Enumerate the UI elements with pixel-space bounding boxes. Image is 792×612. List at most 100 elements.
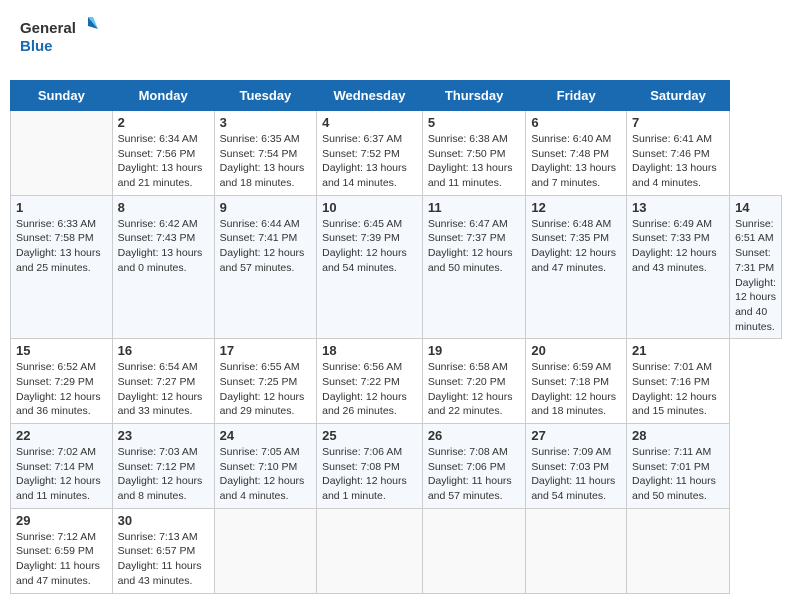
day-number: 29 bbox=[16, 513, 107, 528]
day-number: 27 bbox=[531, 428, 621, 443]
col-header-tuesday: Tuesday bbox=[214, 81, 316, 111]
day-number: 22 bbox=[16, 428, 107, 443]
day-cell bbox=[214, 508, 316, 593]
day-number: 19 bbox=[428, 343, 521, 358]
day-info: Sunrise: 6:33 AMSunset: 7:58 PMDaylight:… bbox=[16, 217, 107, 276]
page-header: General Blue bbox=[10, 10, 782, 70]
col-header-saturday: Saturday bbox=[627, 81, 730, 111]
day-info: Sunrise: 7:08 AMSunset: 7:06 PMDaylight:… bbox=[428, 445, 521, 504]
day-info: Sunrise: 6:58 AMSunset: 7:20 PMDaylight:… bbox=[428, 360, 521, 419]
day-cell: 18 Sunrise: 6:56 AMSunset: 7:22 PMDayligh… bbox=[317, 339, 423, 424]
day-cell bbox=[422, 508, 526, 593]
day-cell: 17 Sunrise: 6:55 AMSunset: 7:25 PMDayligh… bbox=[214, 339, 316, 424]
logo: General Blue bbox=[20, 15, 100, 65]
day-number: 1 bbox=[16, 200, 107, 215]
day-number: 16 bbox=[118, 343, 209, 358]
day-info: Sunrise: 6:45 AMSunset: 7:39 PMDaylight:… bbox=[322, 217, 417, 276]
day-cell: 28 Sunrise: 7:11 AMSunset: 7:01 PMDayligh… bbox=[627, 424, 730, 509]
day-number: 6 bbox=[531, 115, 621, 130]
day-number: 7 bbox=[632, 115, 724, 130]
day-info: Sunrise: 7:03 AMSunset: 7:12 PMDaylight:… bbox=[118, 445, 209, 504]
day-info: Sunrise: 6:35 AMSunset: 7:54 PMDaylight:… bbox=[220, 132, 311, 191]
day-info: Sunrise: 6:41 AMSunset: 7:46 PMDaylight:… bbox=[632, 132, 724, 191]
day-info: Sunrise: 7:09 AMSunset: 7:03 PMDaylight:… bbox=[531, 445, 621, 504]
col-header-thursday: Thursday bbox=[422, 81, 526, 111]
day-info: Sunrise: 6:59 AMSunset: 7:18 PMDaylight:… bbox=[531, 360, 621, 419]
day-number: 21 bbox=[632, 343, 724, 358]
day-number: 17 bbox=[220, 343, 311, 358]
day-info: Sunrise: 7:13 AMSunset: 6:57 PMDaylight:… bbox=[118, 530, 209, 589]
day-cell: 23Sunrise: 7:03 AMSunset: 7:12 PMDayligh… bbox=[112, 424, 214, 509]
day-number: 11 bbox=[428, 200, 521, 215]
col-header-monday: Monday bbox=[112, 81, 214, 111]
day-info: Sunrise: 7:01 AMSunset: 7:16 PMDaylight:… bbox=[632, 360, 724, 419]
day-number: 30 bbox=[118, 513, 209, 528]
day-cell: 14Sunrise: 6:51 AMSunset: 7:31 PMDayligh… bbox=[730, 195, 782, 339]
day-info: Sunrise: 6:42 AMSunset: 7:43 PMDaylight:… bbox=[118, 217, 209, 276]
day-cell bbox=[317, 508, 423, 593]
col-header-sunday: Sunday bbox=[11, 81, 113, 111]
day-number: 25 bbox=[322, 428, 417, 443]
day-cell: 12Sunrise: 6:48 AMSunset: 7:35 PMDayligh… bbox=[526, 195, 627, 339]
logo-svg: General Blue bbox=[20, 15, 100, 65]
day-number: 2 bbox=[118, 115, 209, 130]
col-header-wednesday: Wednesday bbox=[317, 81, 423, 111]
day-cell bbox=[11, 111, 113, 196]
day-cell: 4 Sunrise: 6:37 AMSunset: 7:52 PMDaylight… bbox=[317, 111, 423, 196]
svg-text:Blue: Blue bbox=[20, 38, 53, 55]
day-info: Sunrise: 6:56 AMSunset: 7:22 PMDaylight:… bbox=[322, 360, 417, 419]
week-row-3: 22Sunrise: 7:02 AMSunset: 7:14 PMDayligh… bbox=[11, 424, 782, 509]
day-info: Sunrise: 6:52 AMSunset: 7:29 PMDaylight:… bbox=[16, 360, 107, 419]
week-row-1: 1 Sunrise: 6:33 AMSunset: 7:58 PMDaylight… bbox=[11, 195, 782, 339]
day-info: Sunrise: 7:06 AMSunset: 7:08 PMDaylight:… bbox=[322, 445, 417, 504]
day-number: 15 bbox=[16, 343, 107, 358]
day-info: Sunrise: 6:49 AMSunset: 7:33 PMDaylight:… bbox=[632, 217, 724, 276]
day-number: 28 bbox=[632, 428, 724, 443]
day-cell: 3Sunrise: 6:35 AMSunset: 7:54 PMDaylight… bbox=[214, 111, 316, 196]
day-number: 5 bbox=[428, 115, 521, 130]
day-info: Sunrise: 6:37 AMSunset: 7:52 PMDaylight:… bbox=[322, 132, 417, 191]
day-cell: 10 Sunrise: 6:45 AMSunset: 7:39 PMDayligh… bbox=[317, 195, 423, 339]
day-info: Sunrise: 6:34 AMSunset: 7:56 PMDaylight:… bbox=[118, 132, 209, 191]
day-cell: 27 Sunrise: 7:09 AMSunset: 7:03 PMDayligh… bbox=[526, 424, 627, 509]
week-row-0: 2 Sunrise: 6:34 AMSunset: 7:56 PMDaylight… bbox=[11, 111, 782, 196]
day-number: 18 bbox=[322, 343, 417, 358]
header-row: SundayMondayTuesdayWednesdayThursdayFrid… bbox=[11, 81, 782, 111]
day-cell bbox=[627, 508, 730, 593]
day-cell: 25 Sunrise: 7:06 AMSunset: 7:08 PMDayligh… bbox=[317, 424, 423, 509]
day-number: 10 bbox=[322, 200, 417, 215]
day-cell: 20Sunrise: 6:59 AMSunset: 7:18 PMDayligh… bbox=[526, 339, 627, 424]
day-cell: 16Sunrise: 6:54 AMSunset: 7:27 PMDayligh… bbox=[112, 339, 214, 424]
day-info: Sunrise: 6:47 AMSunset: 7:37 PMDaylight:… bbox=[428, 217, 521, 276]
day-cell: 9 Sunrise: 6:44 AMSunset: 7:41 PMDaylight… bbox=[214, 195, 316, 339]
day-cell: 24Sunrise: 7:05 AMSunset: 7:10 PMDayligh… bbox=[214, 424, 316, 509]
day-cell: 19 Sunrise: 6:58 AMSunset: 7:20 PMDayligh… bbox=[422, 339, 526, 424]
day-info: Sunrise: 6:51 AMSunset: 7:31 PMDaylight:… bbox=[735, 217, 776, 335]
day-number: 9 bbox=[220, 200, 311, 215]
day-cell: 30 Sunrise: 7:13 AMSunset: 6:57 PMDayligh… bbox=[112, 508, 214, 593]
day-info: Sunrise: 6:44 AMSunset: 7:41 PMDaylight:… bbox=[220, 217, 311, 276]
day-number: 8 bbox=[118, 200, 209, 215]
day-info: Sunrise: 6:40 AMSunset: 7:48 PMDaylight:… bbox=[531, 132, 621, 191]
day-number: 4 bbox=[322, 115, 417, 130]
day-cell: 1 Sunrise: 6:33 AMSunset: 7:58 PMDaylight… bbox=[11, 195, 113, 339]
day-cell: 15 Sunrise: 6:52 AMSunset: 7:29 PMDayligh… bbox=[11, 339, 113, 424]
day-info: Sunrise: 7:11 AMSunset: 7:01 PMDaylight:… bbox=[632, 445, 724, 504]
day-cell: 6 Sunrise: 6:40 AMSunset: 7:48 PMDaylight… bbox=[526, 111, 627, 196]
day-cell: 7 Sunrise: 6:41 AMSunset: 7:46 PMDaylight… bbox=[627, 111, 730, 196]
day-info: Sunrise: 6:55 AMSunset: 7:25 PMDaylight:… bbox=[220, 360, 311, 419]
day-number: 24 bbox=[220, 428, 311, 443]
day-cell: 2 Sunrise: 6:34 AMSunset: 7:56 PMDaylight… bbox=[112, 111, 214, 196]
day-info: Sunrise: 7:12 AMSunset: 6:59 PMDaylight:… bbox=[16, 530, 107, 589]
week-row-2: 15 Sunrise: 6:52 AMSunset: 7:29 PMDayligh… bbox=[11, 339, 782, 424]
day-cell: 26Sunrise: 7:08 AMSunset: 7:06 PMDayligh… bbox=[422, 424, 526, 509]
calendar-table: SundayMondayTuesdayWednesdayThursdayFrid… bbox=[10, 80, 782, 594]
day-cell: 5Sunrise: 6:38 AMSunset: 7:50 PMDaylight… bbox=[422, 111, 526, 196]
day-number: 13 bbox=[632, 200, 724, 215]
day-cell: 29 Sunrise: 7:12 AMSunset: 6:59 PMDayligh… bbox=[11, 508, 113, 593]
svg-text:General: General bbox=[20, 20, 76, 37]
day-cell: 22Sunrise: 7:02 AMSunset: 7:14 PMDayligh… bbox=[11, 424, 113, 509]
day-cell: 21 Sunrise: 7:01 AMSunset: 7:16 PMDayligh… bbox=[627, 339, 730, 424]
day-cell: 8 Sunrise: 6:42 AMSunset: 7:43 PMDaylight… bbox=[112, 195, 214, 339]
day-cell: 13 Sunrise: 6:49 AMSunset: 7:33 PMDayligh… bbox=[627, 195, 730, 339]
